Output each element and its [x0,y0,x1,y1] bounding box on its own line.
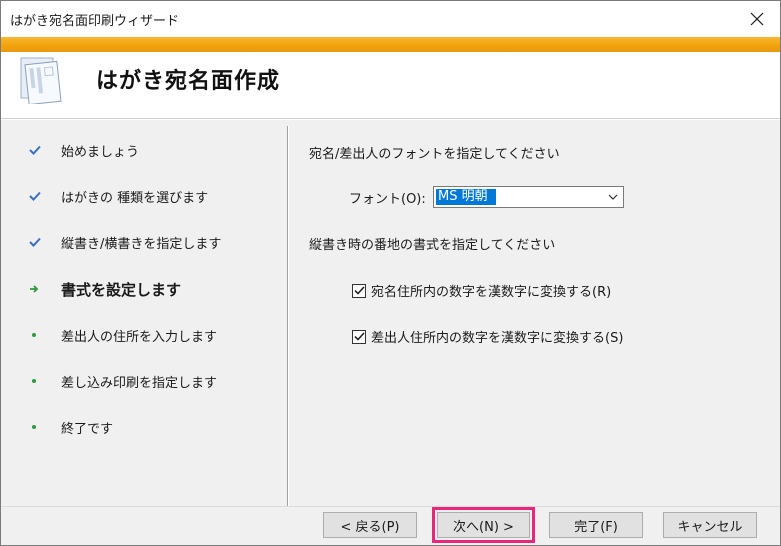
kanji-sender-checkbox-row[interactable]: 差出人住所内の数字を漢数字に変換する(S) [352,327,623,346]
wizard-window: はがき宛名面印刷ウィザード はがき宛名面作成 始めましょう はがきの 種類を選び… [0,0,781,546]
wizard-header: はがき宛名面作成 [1,52,780,119]
step-item: 差出人の住所を入力します [29,324,217,346]
next-button[interactable]: 次へ(N) > [432,507,535,543]
bullet-icon [32,425,36,429]
font-select-value: MS 明朝 [436,189,496,205]
kanji-recipient-checkbox-row[interactable]: 宛名住所内の数字を漢数字に変換する(R) [352,281,611,300]
font-section-label: 宛名/差出人のフォントを指定してください [309,147,560,162]
checkmark-icon [353,286,365,295]
button-bar: < 戻る(P) 次へ(N) > 完了(F) キャンセル [1,506,780,545]
kanji-recipient-checkbox[interactable] [352,283,366,298]
window-title: はがき宛名面印刷ウィザード [10,14,180,29]
back-button[interactable]: < 戻る(P) [323,512,417,538]
checkmark-icon [29,145,41,155]
font-select[interactable]: MS 明朝 [433,186,624,208]
arrow-right-icon [30,285,39,293]
finish-button[interactable]: 完了(F) [549,512,643,538]
cancel-button[interactable]: キャンセル [663,512,757,538]
close-button[interactable] [734,1,780,37]
step-item-current: 書式を設定します [29,278,181,300]
step-label: 差し込み印刷を指定します [61,375,218,391]
step-list: 始めましょう はがきの 種類を選びます 縦書き/横書きを指定します 書式を設定し… [1,120,287,506]
step-label: 書式を設定します [61,280,182,299]
bullet-icon [32,333,36,337]
accent-bar [1,37,780,52]
address-section-label: 縦書き時の番地の書式を指定してください [309,238,556,253]
step-item: 終了です [29,416,113,438]
font-label: フォント(O): [349,191,426,207]
step-item: はがきの 種類を選びます [29,185,208,207]
step-label: 差出人の住所を入力します [61,329,218,345]
checkmark-icon [29,237,41,247]
step-label: 縦書き/横書きを指定します [61,236,222,252]
postcard-wizard-icon [20,57,62,104]
step-item: 差し込み印刷を指定します [29,370,217,392]
kanji-recipient-label: 宛名住所内の数字を漢数字に変換する(R) [371,285,612,300]
step-item: 縦書き/横書きを指定します [29,231,221,253]
step-label: 終了です [61,421,114,437]
chevron-down-icon [608,194,618,200]
step-item: 始めましょう [29,139,139,161]
kanji-sender-checkbox[interactable] [352,329,366,344]
close-icon [750,12,764,26]
settings-panel: 宛名/差出人のフォントを指定してください フォント(O): MS 明朝 縦書き時… [289,120,780,506]
page-title: はがき宛名面作成 [96,69,281,94]
title-bar: はがき宛名面印刷ウィザード [1,1,780,37]
font-row: フォント(O): MS 明朝 [349,186,624,208]
kanji-sender-label: 差出人住所内の数字を漢数字に変換する(S) [371,331,624,346]
step-label: はがきの 種類を選びます [61,190,209,206]
step-label: 始めましょう [61,144,140,160]
checkmark-icon [353,332,365,341]
checkmark-icon [29,191,41,201]
bullet-icon [32,379,36,383]
wizard-content: 始めましょう はがきの 種類を選びます 縦書き/横書きを指定します 書式を設定し… [1,120,780,506]
